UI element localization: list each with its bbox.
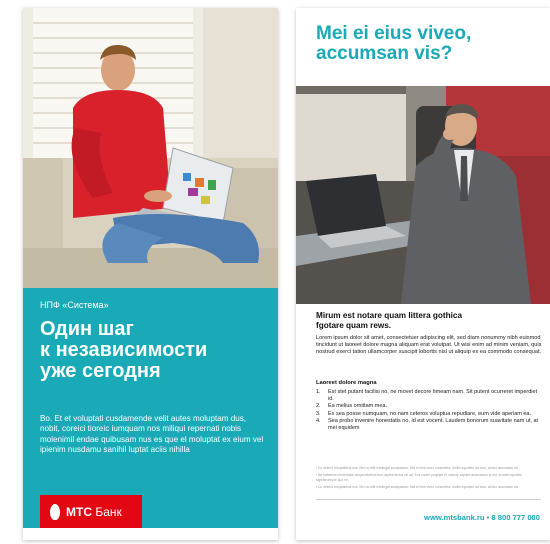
right-title-line-2: accumsan vis? — [316, 43, 453, 64]
list-item: 1. Est stet putant facilisi no, ne movet … — [316, 389, 538, 403]
phone-number[interactable]: 8 800 777 000 — [491, 513, 540, 522]
body-text: Bo. Et et voluptati cusdamende velit aut… — [40, 414, 264, 454]
photo-businessman-on-train — [296, 86, 550, 304]
leaflet-left: НПФ «Система» Один шаг к независимости у… — [23, 8, 278, 540]
list-title: Laoreet dolore magna — [316, 380, 377, 386]
numbered-list: 1. Est stet putant facilisi no, ne movet … — [316, 389, 541, 432]
list-item: 4. Sea probo invenire honestatis no, id e… — [316, 417, 539, 432]
subheading: Mirum est notare quam littera gothica fg… — [316, 311, 541, 330]
leaflet-right: Mei ei eius viveo, accumsan vis? Mirum e… — [296, 8, 550, 540]
footnote: ¹ Cu delenit voluptatibus eos. Mei no el… — [316, 466, 519, 470]
teal-panel: НПФ «Система» Один шаг к независимости у… — [23, 288, 278, 540]
mts-egg-icon — [50, 504, 60, 520]
contact-line: www.mtsbank.ru • 8 800 777 000 — [424, 513, 540, 522]
footnotes: ¹ Cu delenit voluptatibus eos. Mei no el… — [316, 466, 541, 493]
subheading-line-2: fgotare quam rews. — [316, 320, 392, 330]
fund-name: НПФ «Система» — [40, 300, 109, 310]
logo-text: МТС Банк — [66, 505, 122, 519]
footnote: ² Ne habemus moderatius vituperatoribus … — [316, 473, 523, 482]
website-link[interactable]: www.mtsbank.ru — [424, 513, 484, 522]
separator-bullet: • — [486, 513, 490, 522]
headline-line-2: к независимости — [40, 339, 208, 361]
right-title-line-1: Mei ei eius viveo, — [316, 23, 472, 44]
logo-suffix: Банк — [95, 505, 122, 519]
mts-bank-logo: МТС Банк — [40, 495, 142, 529]
bottom-strip — [23, 528, 278, 540]
list-item: 3. Ex sea posse numquam, no nam ceteros v… — [316, 410, 532, 417]
list-item: 2. Ea melius omittam mea. — [316, 403, 387, 410]
headline-line-1: Один шаг — [40, 318, 134, 340]
subheading-line-1: Mirum est notare quam littera gothica — [316, 311, 463, 320]
logo-brand: МТС — [66, 505, 92, 519]
footnote: ³ Cu delenit voluptatibus eos. Mei no el… — [316, 485, 519, 490]
hero-photo-man-with-laptop — [23, 8, 278, 288]
headline: Один шаг к независимости уже сегодня — [40, 319, 275, 382]
body-paragraph: Lorem ipsum dolor sit amet, consectetuer… — [316, 335, 542, 356]
divider — [316, 499, 541, 500]
headline-line-3: уже сегодня — [40, 360, 161, 382]
right-title: Mei ei eius viveo, accumsan vis? — [316, 24, 541, 64]
